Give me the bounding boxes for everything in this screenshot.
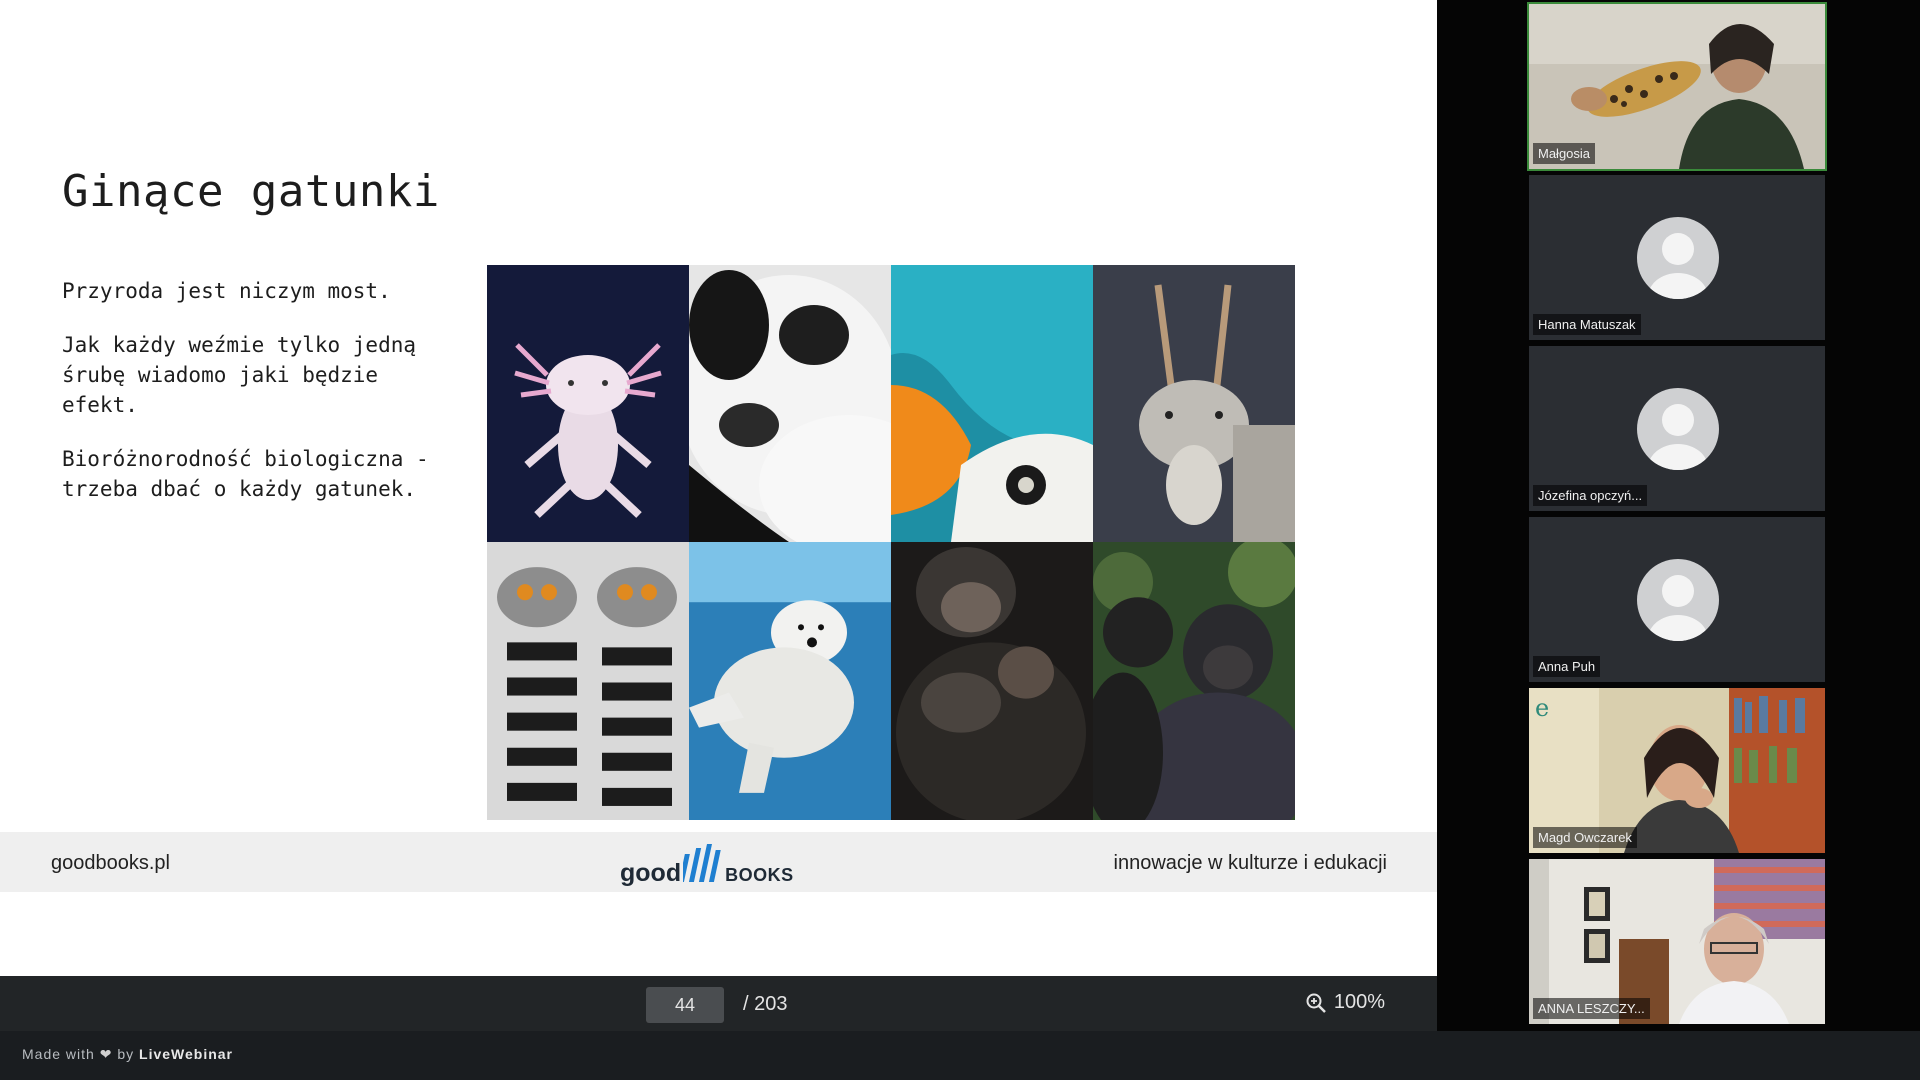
slide-text: Przyroda jest niczym most. Jak każdy weź… (62, 276, 462, 528)
user-silhouette-icon (1648, 575, 1708, 641)
branding-prefix: Made with (22, 1046, 95, 1062)
svg-text:e: e (1535, 694, 1549, 722)
avatar (1637, 559, 1719, 641)
axolotl-photo (487, 265, 689, 542)
avatar (1637, 217, 1719, 299)
page-number-input[interactable] (646, 987, 724, 1023)
polar-bear-photo (689, 542, 891, 820)
participant-tile[interactable]: Józefina opczyń... (1529, 346, 1825, 511)
logo-word-good: good (620, 859, 682, 887)
participant-tile[interactable]: Anna Puh (1529, 517, 1825, 682)
avatar (1637, 388, 1719, 470)
slide-paragraph: Przyroda jest niczym most. (62, 279, 391, 303)
presentation-stage: Ginące gatunki Przyroda jest niczym most… (0, 0, 1437, 976)
footer-tagline: innowacje w kulturze i edukacji (1113, 852, 1387, 874)
heart-icon: ❤ (99, 1046, 113, 1062)
zoom-in-icon[interactable] (1306, 993, 1326, 1013)
slide-paragraph: Bioróżnorodność biologiczna - trzeba dba… (62, 447, 429, 501)
participant-name: ANNA LESZCZY... (1533, 998, 1650, 1019)
macaw-photo (891, 265, 1093, 542)
logo-word-books: books (725, 859, 794, 887)
participants-panel: Małgosia Hanna Matuszak Józefina opczyń.… (1437, 0, 1920, 1031)
logo-bars-icon (683, 844, 721, 882)
slide-title: Ginące gatunki (62, 166, 440, 217)
branding-text[interactable]: Made with ❤ by LiveWebinar (22, 1046, 233, 1063)
branding-brand: LiveWebinar (139, 1046, 234, 1062)
slide-footer: goodbooks.pl good books innowacje w kult… (0, 832, 1437, 892)
participant-name: Magd Owczarek (1533, 827, 1637, 848)
chimpanzees-photo (891, 542, 1093, 820)
participant-name: Małgosia (1533, 143, 1596, 164)
lemurs-photo (487, 542, 689, 820)
participant-name: Józefina opczyń... (1533, 485, 1648, 506)
participant-tile[interactable]: ANNA LESZCZY... (1529, 859, 1825, 1024)
participant-tile[interactable]: Małgosia (1527, 2, 1827, 171)
zoom-level: 100% (1333, 991, 1385, 1013)
zoom-control[interactable]: 100% (1306, 991, 1385, 1014)
participant-tile[interactable]: Hanna Matuszak (1529, 175, 1825, 340)
participant-name: Hanna Matuszak (1533, 314, 1641, 335)
footer-site-link: goodbooks.pl (51, 852, 170, 874)
presentation-control-bar: / 203 100% (0, 976, 1437, 1031)
user-silhouette-icon (1648, 404, 1708, 470)
animal-photo-grid (487, 265, 1295, 820)
page-total: / 203 (743, 993, 788, 1015)
branding-footer: Made with ❤ by LiveWebinar (0, 1031, 1920, 1080)
branding-middle: by (117, 1046, 135, 1062)
participant-tile[interactable]: e Magd Owczarek (1529, 688, 1825, 853)
participant-name: Anna Puh (1533, 656, 1601, 677)
gorillas-photo (1093, 542, 1295, 820)
saiga-photo (1093, 265, 1295, 542)
slide-paragraph: Jak każdy weźmie tylko jedną śrubę wiado… (62, 333, 417, 417)
user-silhouette-icon (1648, 233, 1708, 299)
goodbooks-logo: good books (620, 838, 794, 888)
panda-photo (689, 265, 891, 542)
